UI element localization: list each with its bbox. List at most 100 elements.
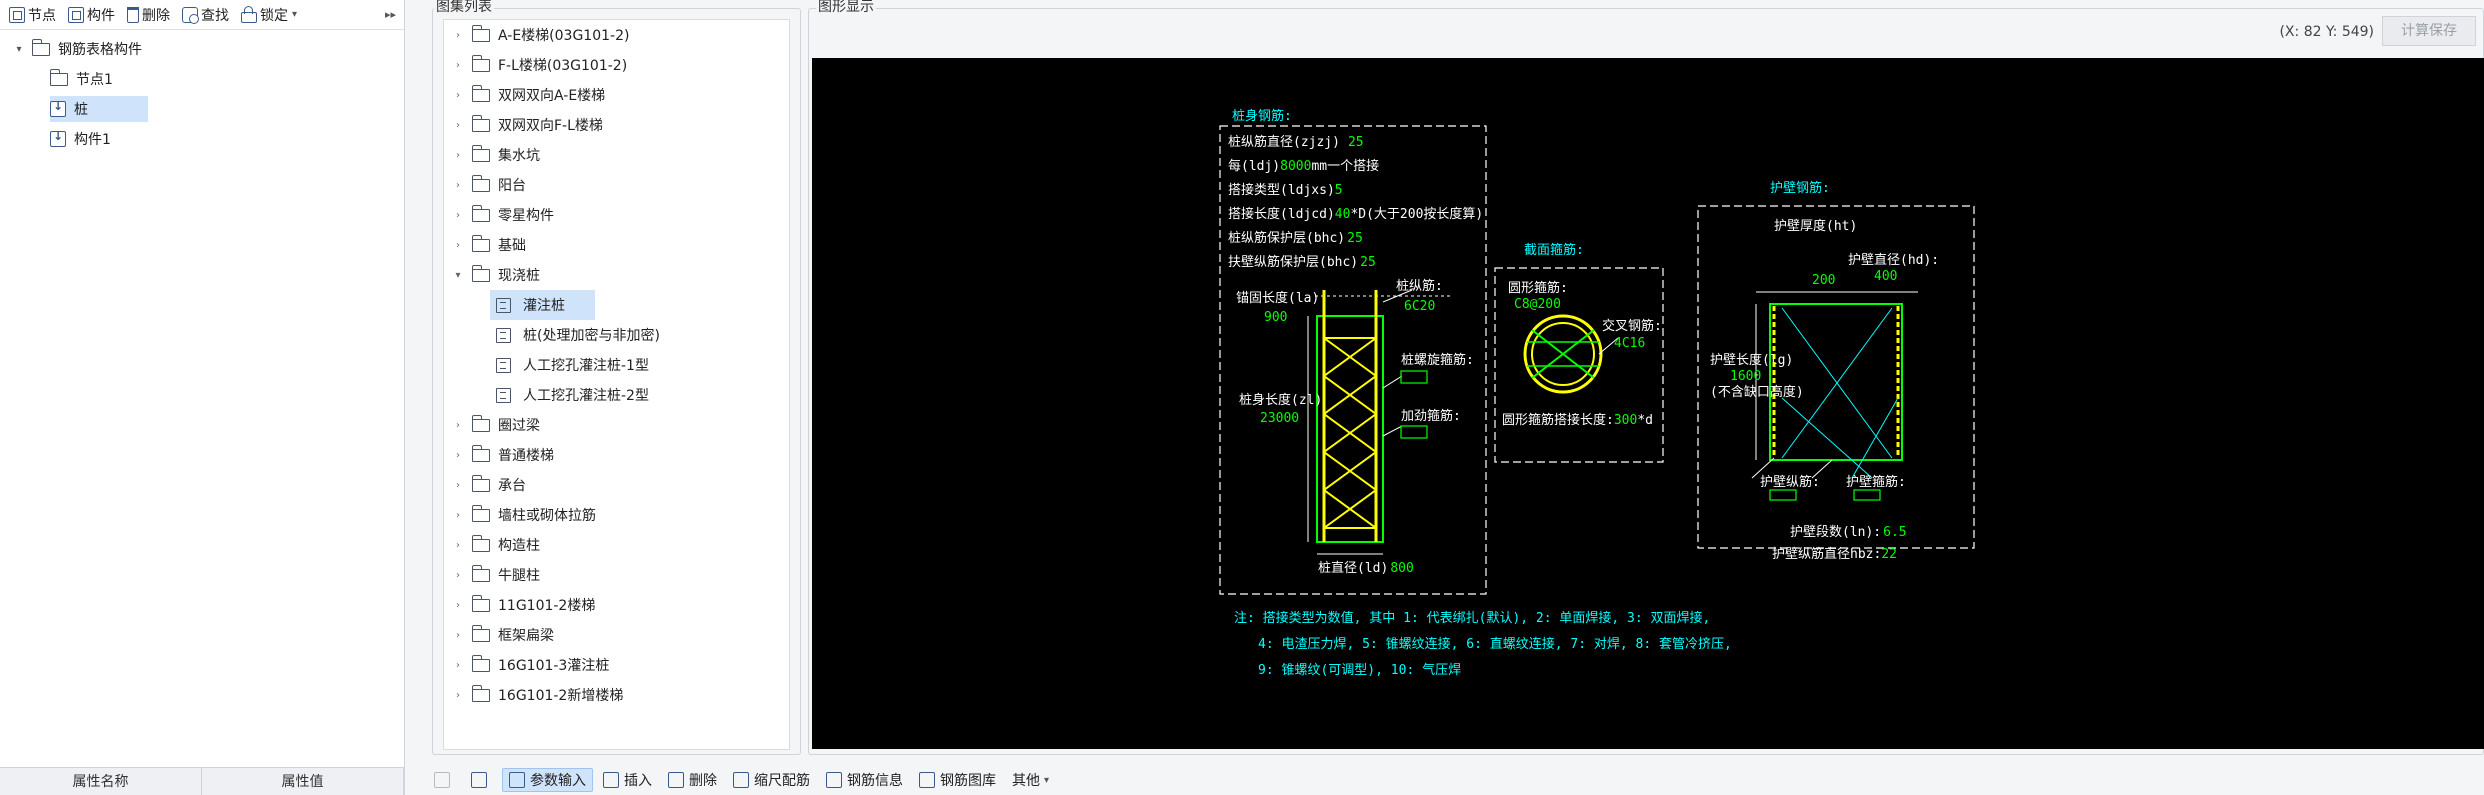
atlas-folder[interactable]: › F-L楼梯(03G101-2): [444, 50, 789, 80]
delete-button[interactable]: 删除: [122, 3, 175, 27]
atlas-pane: › A-E楼梯(03G101-2) › F-L楼梯(03G101-2) › 双网双向A-E…: [424, 0, 801, 795]
folder-icon: [471, 684, 490, 702]
atlas-folder-label: 圈过梁: [498, 418, 540, 434]
chevron-down-icon: ▾: [292, 9, 298, 20]
add-component-button[interactable]: 构件: [63, 3, 120, 27]
lap-length-line: 搭接长度(ldjcd)40*D(大于200按长度算): [1228, 206, 1483, 222]
every-line: 每(ldj)8000mm一个搭接: [1228, 158, 1379, 174]
expand-icon[interactable]: ›: [444, 480, 472, 491]
expand-icon[interactable]: ›: [444, 510, 472, 521]
expand-icon[interactable]: ›: [444, 660, 472, 671]
atlas-folder[interactable]: › A-E楼梯(03G101-2): [444, 20, 789, 50]
expand-icon[interactable]: ›: [444, 30, 472, 41]
component-tree: ▾ 钢筋表格构件 节点1 桩 构件1: [0, 30, 404, 154]
atlas-folder[interactable]: › 零星构件: [444, 200, 789, 230]
folder-icon: [471, 54, 490, 72]
collapse-icon[interactable]: ▾: [12, 44, 26, 55]
atlas-folder[interactable]: › 阳台: [444, 170, 789, 200]
property-value-column[interactable]: 属性值: [202, 768, 404, 795]
library-icon: [919, 772, 935, 788]
expand-icon[interactable]: ›: [444, 150, 472, 161]
move-up-button[interactable]: [428, 768, 461, 792]
expand-icon[interactable]: ›: [444, 210, 472, 221]
expand-icon[interactable]: ›: [444, 180, 472, 191]
expand-icon[interactable]: ›: [444, 690, 472, 701]
lock-button[interactable]: 锁定 ▾: [236, 3, 302, 27]
expand-icon[interactable]: ›: [444, 540, 472, 551]
expand-icon[interactable]: ›: [444, 420, 472, 431]
expand-icon[interactable]: ›: [444, 120, 472, 131]
atlas-folder-label: 牛腿柱: [498, 568, 540, 584]
expand-icon[interactable]: ›: [444, 90, 472, 101]
scale-rebar-button[interactable]: 缩尺配筋: [727, 768, 816, 792]
move-down-button[interactable]: [465, 768, 498, 792]
atlas-folder[interactable]: › 16G101-3灌注桩: [444, 650, 789, 680]
atlas-folder-label: 普通楼梯: [498, 448, 554, 464]
other-menu-button[interactable]: 其他 ▾: [1006, 768, 1055, 792]
wall-thick-label: 护壁厚度(ht): [1774, 218, 1857, 234]
wall-length-label: 护壁长度(lg): [1710, 352, 1793, 368]
collapse-icon[interactable]: ▾: [444, 270, 472, 281]
expand-icon[interactable]: ›: [444, 570, 472, 581]
tree-root[interactable]: ▾ 钢筋表格构件: [0, 34, 404, 64]
wall-title: 护壁钢筋:: [1770, 180, 1830, 196]
expand-icon[interactable]: ›: [444, 60, 472, 71]
insert-button[interactable]: 插入: [597, 768, 658, 792]
param-input-button[interactable]: 参数输入: [502, 768, 593, 792]
tree-item-component1[interactable]: 构件1: [0, 124, 404, 154]
body-length-label: 桩身长度(zl): [1239, 392, 1322, 408]
delete-row-button[interactable]: 删除: [662, 768, 723, 792]
atlas-folder[interactable]: › 墙柱或砌体拉筋: [444, 500, 789, 530]
calc-save-button[interactable]: 计算保存: [2382, 16, 2476, 46]
component-icon: [50, 129, 66, 147]
app-window: 节点 构件 删除 查找 锁定▾ ▸▸ ▾ 钢筋表格构件 节点1 桩: [0, 0, 2484, 795]
folder-icon: [471, 534, 490, 552]
expand-icon[interactable]: ›: [444, 240, 472, 251]
wall-seg-line: 护壁段数(ln): 6.5: [1790, 525, 1907, 540]
atlas-child-item[interactable]: 人工挖孔灌注桩-2型: [444, 380, 789, 410]
rebar-info-button[interactable]: 钢筋信息: [820, 768, 909, 792]
atlas-folder-label: 集水坑: [498, 148, 540, 164]
atlas-folder[interactable]: › 框架扁梁: [444, 620, 789, 650]
trash-icon: [127, 6, 139, 23]
atlas-folder[interactable]: › 双网双向A-E楼梯: [444, 80, 789, 110]
atlas-list: › A-E楼梯(03G101-2) › F-L楼梯(03G101-2) › 双网双向A-E…: [443, 19, 790, 750]
atlas-folder[interactable]: ▾ 现浇桩: [444, 260, 789, 290]
graphic-title: 图形显示: [816, 0, 876, 16]
atlas-folder-label: 墙柱或砌体拉筋: [498, 508, 596, 524]
expand-icon[interactable]: ›: [444, 450, 472, 461]
toolbar-overflow-icon[interactable]: ▸▸: [385, 8, 396, 21]
atlas-folder[interactable]: › 基础: [444, 230, 789, 260]
property-name-column[interactable]: 属性名称: [0, 768, 202, 795]
atlas-child-label: 人工挖孔灌注桩-2型: [523, 388, 649, 404]
find-button[interactable]: 查找: [177, 3, 234, 27]
atlas-folder[interactable]: › 双网双向F-L楼梯: [444, 110, 789, 140]
atlas-folder[interactable]: › 承台: [444, 470, 789, 500]
component-icon: [68, 6, 84, 23]
atlas-child-item[interactable]: 人工挖孔灌注桩-1型: [444, 350, 789, 380]
folder-icon: [471, 264, 490, 282]
atlas-folder[interactable]: › 集水坑: [444, 140, 789, 170]
find-icon: [182, 6, 199, 24]
atlas-folder[interactable]: › 构造柱: [444, 530, 789, 560]
expand-icon[interactable]: ›: [444, 630, 472, 641]
expand-icon[interactable]: ›: [444, 600, 472, 611]
rebar-library-button[interactable]: 钢筋图库: [913, 768, 1002, 792]
atlas-folder[interactable]: › 牛腿柱: [444, 560, 789, 590]
add-node-button[interactable]: 节点: [4, 3, 61, 27]
atlas-folder[interactable]: › 圈过梁: [444, 410, 789, 440]
atlas-folder[interactable]: › 普通楼梯: [444, 440, 789, 470]
atlas-folder[interactable]: › 16G101-2新增楼梯: [444, 680, 789, 710]
circ-stirrup-value: C8@200: [1514, 297, 1561, 312]
arrow-down-icon: [471, 772, 487, 788]
atlas-folder-label: 双网双向A-E楼梯: [498, 88, 606, 104]
folder-icon: [471, 84, 490, 102]
atlas-folder-label: 阳台: [498, 178, 526, 194]
drawing-canvas[interactable]: 桩身钢筋: 桩纵筋直径(zjzj) 25 每(ldj)8000mm一个搭接 搭接类…: [812, 58, 2484, 749]
tree-item-node1[interactable]: 节点1: [0, 64, 404, 94]
atlas-child-item[interactable]: 灌注桩: [444, 290, 789, 320]
tree-item-pile[interactable]: 桩: [0, 94, 404, 124]
anchor-value: 900: [1264, 310, 1287, 325]
atlas-folder[interactable]: › 11G101-2楼梯: [444, 590, 789, 620]
atlas-child-item[interactable]: 桩(处理加密与非加密): [444, 320, 789, 350]
